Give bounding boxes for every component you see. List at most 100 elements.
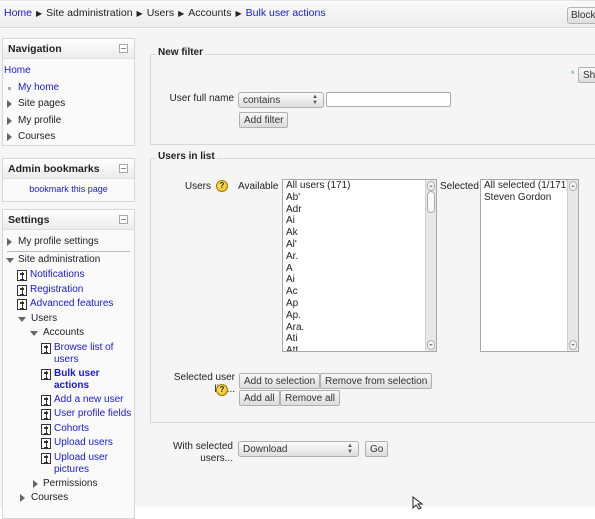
available-scrollbar[interactable]: [425, 180, 436, 351]
user-option[interactable]: Ab': [283, 192, 436, 204]
breadcrumb-separator-icon: ▶: [136, 9, 143, 18]
filter-value-input[interactable]: [326, 92, 451, 107]
scroll-down-icon[interactable]: [427, 340, 435, 350]
bookmark-this-page-link[interactable]: bookmark this page: [29, 184, 108, 194]
collapse-icon[interactable]: [119, 164, 128, 173]
breadcrumb-site-administration[interactable]: Site administration: [46, 7, 132, 19]
user-option[interactable]: A: [283, 263, 436, 275]
user-option[interactable]: Adr: [283, 204, 436, 216]
breadcrumb-separator-icon: ▶: [178, 9, 185, 18]
new-filter-legend: New filter: [156, 47, 206, 58]
blocks-editing-button[interactable]: Blocks: [567, 7, 595, 24]
page-icon: [41, 438, 51, 449]
selected-users-listbox[interactable]: All selected (1/171) Steven Gordon: [480, 179, 579, 352]
collapse-arrow-icon: [6, 257, 14, 263]
selected-scrollbar[interactable]: [567, 180, 578, 351]
expand-arrow-icon: [7, 116, 12, 125]
settings-item-courses[interactable]: Courses: [3, 491, 134, 506]
selected-label: Selected: [440, 181, 479, 192]
user-option[interactable]: Ai: [283, 274, 436, 286]
settings-item-site-administration[interactable]: Site administration: [3, 252, 134, 269]
remove-all-button[interactable]: Remove all: [280, 390, 341, 406]
remove-from-selection-button[interactable]: Remove from selection: [320, 373, 433, 389]
help-icon[interactable]: ?: [216, 180, 228, 192]
breadcrumb-home[interactable]: Home: [4, 7, 32, 19]
user-option[interactable]: Ara.: [283, 322, 436, 334]
help-icon[interactable]: ?: [216, 384, 228, 396]
scroll-down-icon[interactable]: [569, 340, 577, 350]
add-all-button[interactable]: Add all: [239, 390, 280, 406]
nav-item-home[interactable]: Home: [3, 63, 134, 80]
settings-item-cohorts[interactable]: Cohorts: [3, 422, 134, 437]
show-more-button[interactable]: Show more...: [578, 67, 595, 83]
collapse-icon[interactable]: [119, 44, 128, 53]
settings-item-advanced-features[interactable]: Advanced features: [3, 297, 134, 312]
settings-item-upload-user-pictures[interactable]: Upload user pictures: [3, 451, 123, 477]
user-option[interactable]: Steven Gordon: [481, 192, 578, 204]
select-arrows-icon: ▲ ▼: [347, 443, 353, 455]
collapse-arrow-icon: [30, 331, 38, 336]
settings-item-my-profile-settings[interactable]: My profile settings: [3, 234, 134, 251]
user-option[interactable]: All users (171): [283, 180, 436, 192]
settings-item-notifications[interactable]: Notifications: [3, 268, 134, 283]
settings-item-add-new-user[interactable]: Add a new user: [3, 393, 134, 408]
nav-item-my-home[interactable]: My home: [3, 80, 134, 97]
user-option[interactable]: Al': [283, 239, 436, 251]
collapse-icon[interactable]: [119, 215, 128, 224]
go-button[interactable]: Go: [365, 441, 389, 457]
settings-item-users[interactable]: Users: [3, 312, 134, 327]
breadcrumb-bulk-user-actions[interactable]: Bulk user actions: [246, 7, 326, 19]
settings-item-link[interactable]: Add a new user: [54, 394, 124, 405]
nav-item-site-pages[interactable]: Site pages: [3, 96, 134, 113]
mouse-cursor-icon: [412, 496, 424, 510]
settings-item-link-active[interactable]: Bulk user actions: [54, 368, 100, 391]
nav-item-home-link[interactable]: Home: [4, 65, 31, 76]
user-option[interactable]: Ac: [283, 286, 436, 298]
breadcrumb-users[interactable]: Users: [147, 7, 174, 19]
add-filter-button[interactable]: Add filter: [239, 112, 289, 128]
breadcrumb-accounts[interactable]: Accounts: [188, 7, 231, 19]
nav-item-my-home-link[interactable]: My home: [18, 82, 59, 93]
filter-operator-select[interactable]: contains ▲ ▼: [238, 92, 324, 108]
settings-item-link[interactable]: Notifications: [30, 269, 84, 280]
scroll-thumb[interactable]: [427, 191, 435, 213]
user-option[interactable]: Ati: [283, 333, 436, 345]
settings-item-link[interactable]: Upload users: [54, 437, 113, 448]
settings-item-browse-users[interactable]: Browse list of users: [3, 341, 123, 367]
nav-item-courses[interactable]: Courses: [3, 129, 134, 146]
settings-item-accounts[interactable]: Accounts: [3, 326, 134, 341]
settings-item-link[interactable]: Registration: [30, 284, 83, 295]
settings-item-label: Accounts: [43, 327, 85, 338]
settings-item-link[interactable]: Cohorts: [54, 423, 89, 434]
settings-item-link[interactable]: User profile fields: [54, 408, 131, 419]
settings-item-registration[interactable]: Registration: [3, 283, 134, 298]
page-icon: [41, 394, 51, 406]
settings-item-link[interactable]: Browse list of users: [54, 342, 113, 365]
user-option[interactable]: Ap: [283, 298, 436, 310]
users-in-list-fieldset: Users in list Users ? Available All user…: [150, 151, 595, 423]
add-to-selection-button[interactable]: Add to selection: [239, 373, 321, 389]
scroll-up-icon[interactable]: [427, 181, 435, 191]
user-option[interactable]: Att.: [283, 345, 436, 351]
user-option[interactable]: Ap.: [283, 310, 436, 322]
page-icon: [41, 342, 51, 354]
user-option[interactable]: Ai: [283, 215, 436, 227]
page-icon: [41, 409, 51, 420]
user-option[interactable]: Ar.: [283, 251, 436, 263]
settings-item-link[interactable]: Advanced features: [30, 298, 113, 309]
available-users-listbox[interactable]: All users (171) Ab' Adr Ai Ak Al' Ar. A Ai Ac Ap Ap…: [282, 179, 437, 352]
settings-item-permissions[interactable]: Permissions: [3, 477, 134, 492]
user-option[interactable]: Ak: [283, 227, 436, 239]
settings-item-bulk-user-actions[interactable]: Bulk user actions: [3, 367, 113, 393]
breadcrumb-separator-icon: ▶: [235, 9, 242, 18]
settings-item-user-profile-fields[interactable]: User profile fields: [3, 407, 134, 422]
settings-item-upload-users[interactable]: Upload users: [3, 436, 134, 451]
navigation-block: Navigation Home My home Site pages My pr…: [2, 38, 135, 146]
settings-item-link[interactable]: Upload user pictures: [54, 452, 108, 475]
settings-block: Settings My profile settings Site admini…: [2, 209, 135, 519]
bulk-action-select[interactable]: Download ▲ ▼: [238, 441, 359, 457]
scroll-up-icon[interactable]: [569, 181, 577, 191]
nav-item-my-profile[interactable]: My profile: [3, 113, 134, 130]
available-label: Available: [238, 181, 279, 192]
user-option[interactable]: All selected (1/171): [481, 180, 578, 192]
